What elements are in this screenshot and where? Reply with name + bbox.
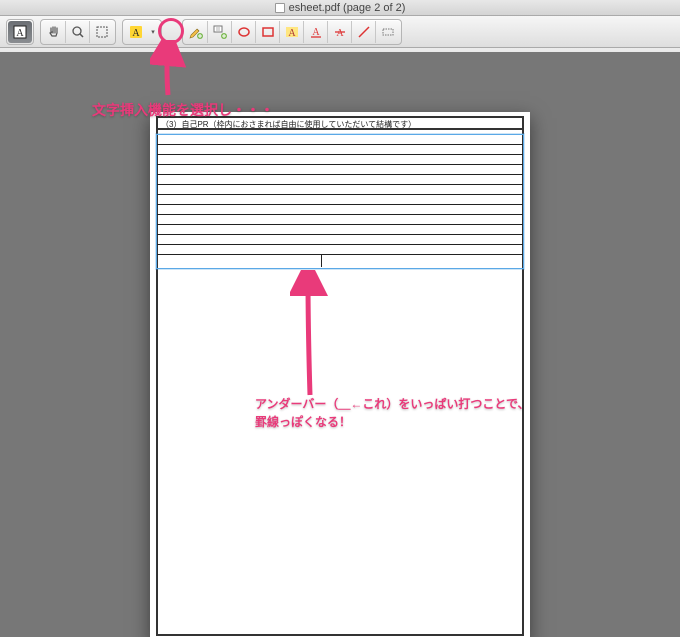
text-insert-tool-button[interactable]	[184, 21, 208, 43]
line-annot-button[interactable]	[352, 21, 376, 43]
text-select-tool-button[interactable]: A	[8, 21, 32, 43]
toolbar: A A ▾	[0, 16, 680, 48]
ruled-line	[157, 185, 523, 195]
highlight-dropdown[interactable]: ▾	[148, 21, 160, 43]
circle-annot-button[interactable]	[232, 21, 256, 43]
ruled-line	[157, 225, 523, 235]
ruled-line	[157, 215, 523, 225]
link-annot-button[interactable]	[376, 21, 400, 43]
ruled-line	[157, 145, 523, 155]
window-title: esheet.pdf (page 2 of 2)	[289, 2, 406, 14]
link-icon	[381, 25, 395, 39]
text-highlight-button[interactable]: A	[280, 21, 304, 43]
pencil-plus-icon	[188, 24, 204, 40]
tool-mode-group: A	[6, 19, 34, 45]
hand-icon	[47, 25, 61, 39]
rectangle-icon	[261, 25, 275, 39]
svg-text:A: A	[132, 28, 140, 39]
pdf-file-icon	[275, 3, 285, 13]
line-icon	[357, 25, 371, 39]
magnify-tool-button[interactable]	[66, 21, 90, 43]
ruled-line	[157, 255, 322, 267]
circle-icon	[237, 25, 251, 39]
chevron-down-icon: ▾	[151, 28, 155, 36]
note-tools-group: A A A	[182, 19, 402, 45]
ruled-line	[157, 155, 523, 165]
svg-text:A: A	[288, 28, 296, 39]
pdf-viewer[interactable]: （3）自己PR（枠内におさまれば自由に使用していただいて結構です）	[0, 52, 680, 637]
ruled-line	[157, 245, 523, 255]
pdf-page: （3）自己PR（枠内におさまれば自由に使用していただいて結構です）	[150, 112, 530, 637]
ruled-line	[157, 165, 523, 175]
text-insert-editing-box[interactable]	[156, 134, 524, 269]
highlight-tool-group: A ▾	[122, 19, 162, 45]
window-titlebar: esheet.pdf (page 2 of 2)	[0, 0, 680, 16]
text-underline-button[interactable]: A	[304, 21, 328, 43]
text-highlight-icon: A	[285, 25, 299, 39]
ruled-line	[157, 175, 523, 185]
text-strikethrough-button[interactable]: A	[328, 21, 352, 43]
text-strike-icon: A	[333, 25, 347, 39]
text-tool-icon: A	[13, 25, 27, 39]
text-underline-icon: A	[309, 25, 323, 39]
rect-annot-button[interactable]	[256, 21, 280, 43]
svg-text:A: A	[336, 28, 344, 39]
ruled-line	[157, 205, 523, 215]
magnifier-icon	[71, 25, 85, 39]
hand-tool-button[interactable]	[42, 21, 66, 43]
ruled-line	[157, 195, 523, 205]
marquee-icon	[95, 25, 109, 39]
marquee-tool-button[interactable]	[90, 21, 114, 43]
highlight-icon: A	[129, 25, 143, 39]
ruled-line	[157, 135, 523, 145]
svg-text:A: A	[312, 27, 320, 38]
form-section-title: （3）自己PR（枠内におさまれば自由に使用していただいて結構です）	[158, 118, 522, 130]
anchored-note-button[interactable]	[208, 21, 232, 43]
anchor-note-icon	[212, 24, 228, 40]
svg-text:A: A	[16, 28, 24, 39]
ruled-line	[157, 235, 523, 245]
highlight-tool-button[interactable]: A	[124, 21, 148, 43]
view-tools-group	[40, 19, 116, 45]
